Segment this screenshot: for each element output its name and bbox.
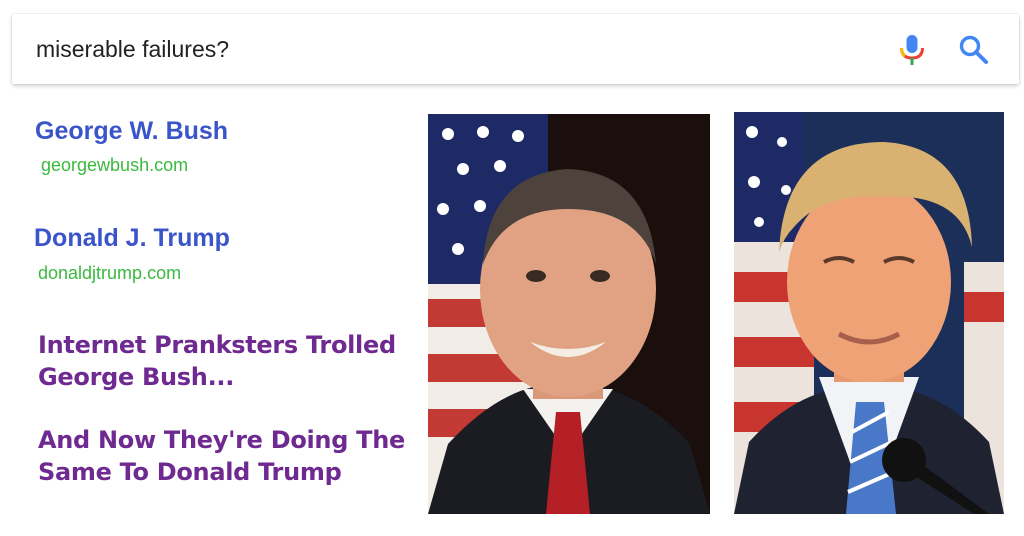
headline-1-line-2: George Bush... [38, 363, 235, 391]
microphone-icon[interactable] [894, 32, 930, 68]
result-url-trump[interactable]: donaldjtrump.com [38, 263, 181, 284]
search-bar [12, 14, 1019, 84]
donald-trump-photo [734, 112, 1004, 514]
search-icon[interactable] [956, 32, 992, 68]
headline-2-line-2: Same To Donald Trump [38, 458, 342, 486]
result-title-bush[interactable]: George W. Bush [35, 117, 228, 146]
headline-1: Internet Pranksters Trolled George Bush.… [38, 329, 418, 393]
search-input[interactable] [36, 32, 856, 66]
headline-1-line-1: Internet Pranksters Trolled [38, 331, 396, 359]
headline-2: And Now They're Doing The Same To Donald… [38, 424, 418, 488]
george-bush-photo [428, 114, 710, 514]
result-title-trump[interactable]: Donald J. Trump [34, 224, 230, 253]
headline-2-line-1: And Now They're Doing The [38, 426, 405, 454]
result-url-bush[interactable]: georgewbush.com [41, 155, 188, 176]
